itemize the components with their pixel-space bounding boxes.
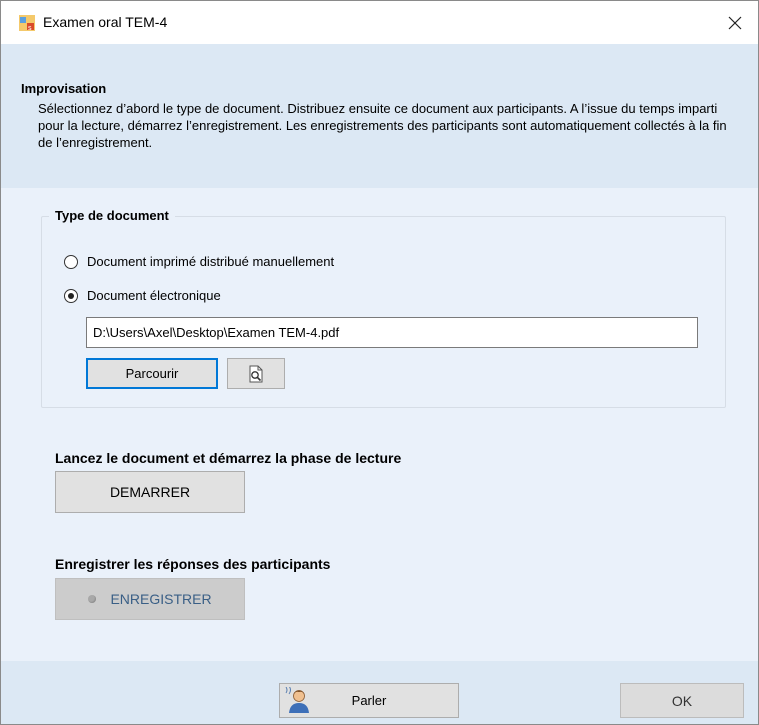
- browse-button-label: Parcourir: [125, 366, 179, 381]
- footer-bar: Parler OK: [1, 661, 758, 724]
- radio-label: Document imprimé distribué manuellement: [87, 254, 335, 269]
- dialog-window: s Examen oral TEM-4 Improvisation Sélect…: [0, 0, 759, 725]
- radio-button[interactable]: [64, 288, 78, 303]
- section-title: Improvisation: [21, 81, 107, 96]
- window-title: Examen oral TEM-4: [43, 14, 168, 30]
- document-type-group-title: Type de document: [49, 208, 175, 223]
- ok-button[interactable]: OK: [620, 683, 744, 718]
- radio-printed-document[interactable]: Document imprimé distribué manuellement: [64, 254, 334, 269]
- instructions-header: Improvisation Sélectionnez d’abord le ty…: [1, 44, 758, 188]
- radio-electronic-document[interactable]: Document électronique: [64, 288, 221, 303]
- title-bar: s Examen oral TEM-4: [1, 1, 758, 44]
- close-button[interactable]: [712, 1, 758, 44]
- radio-label: Document électronique: [87, 288, 221, 303]
- record-indicator-icon: [88, 595, 97, 603]
- speak-button-label: Parler: [351, 693, 387, 708]
- start-button-label: DEMARRER: [109, 484, 191, 500]
- record-button-label: ENREGISTRER: [110, 591, 212, 607]
- app-icon: s: [19, 15, 35, 31]
- record-button[interactable]: ENREGISTRER: [55, 578, 245, 620]
- start-button[interactable]: DEMARRER: [55, 471, 245, 513]
- recording-label: Enregistrer les réponses des participant…: [55, 556, 331, 572]
- reading-phase-label: Lancez le document et démarrez la phase …: [55, 450, 402, 466]
- svg-text:s: s: [28, 24, 32, 31]
- speaker-person-icon: [285, 687, 309, 713]
- file-path-input[interactable]: [86, 317, 698, 348]
- close-icon: [728, 16, 742, 29]
- radio-button[interactable]: [64, 254, 78, 269]
- instructions-text: Sélectionnez d’abord le type de document…: [38, 101, 727, 150]
- speak-button[interactable]: Parler: [279, 683, 459, 718]
- browse-button[interactable]: Parcourir: [86, 358, 218, 389]
- main-content: Type de document Document imprimé distri…: [1, 188, 758, 661]
- ok-button-label: OK: [671, 692, 693, 709]
- print-preview-icon: [249, 365, 263, 382]
- print-preview-button[interactable]: [227, 358, 285, 389]
